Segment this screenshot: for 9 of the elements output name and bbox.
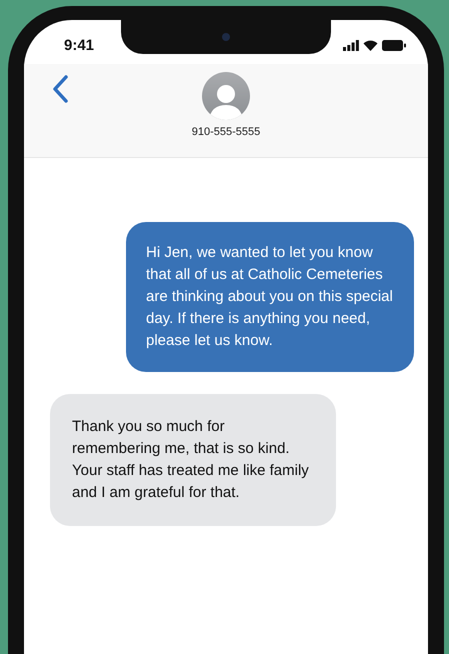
contact-number: 910-555-5555 xyxy=(192,126,260,138)
received-message: Thank you so much for remembering me, that is so kind. Your staff has treated me like family and I am grateful for that. xyxy=(50,394,336,526)
status-time: 9:41 xyxy=(64,36,94,54)
sent-message: Hi Jen, we wanted to let you know that all of us at Catholic Cemeteries are thinking about you on this special day. If there is anything you need, please let us know. xyxy=(126,222,414,372)
wifi-icon xyxy=(363,40,378,50)
avatar-silhouette xyxy=(202,72,250,120)
camera-icon xyxy=(222,33,230,41)
battery-icon xyxy=(382,40,406,50)
signal-icon xyxy=(343,40,359,50)
